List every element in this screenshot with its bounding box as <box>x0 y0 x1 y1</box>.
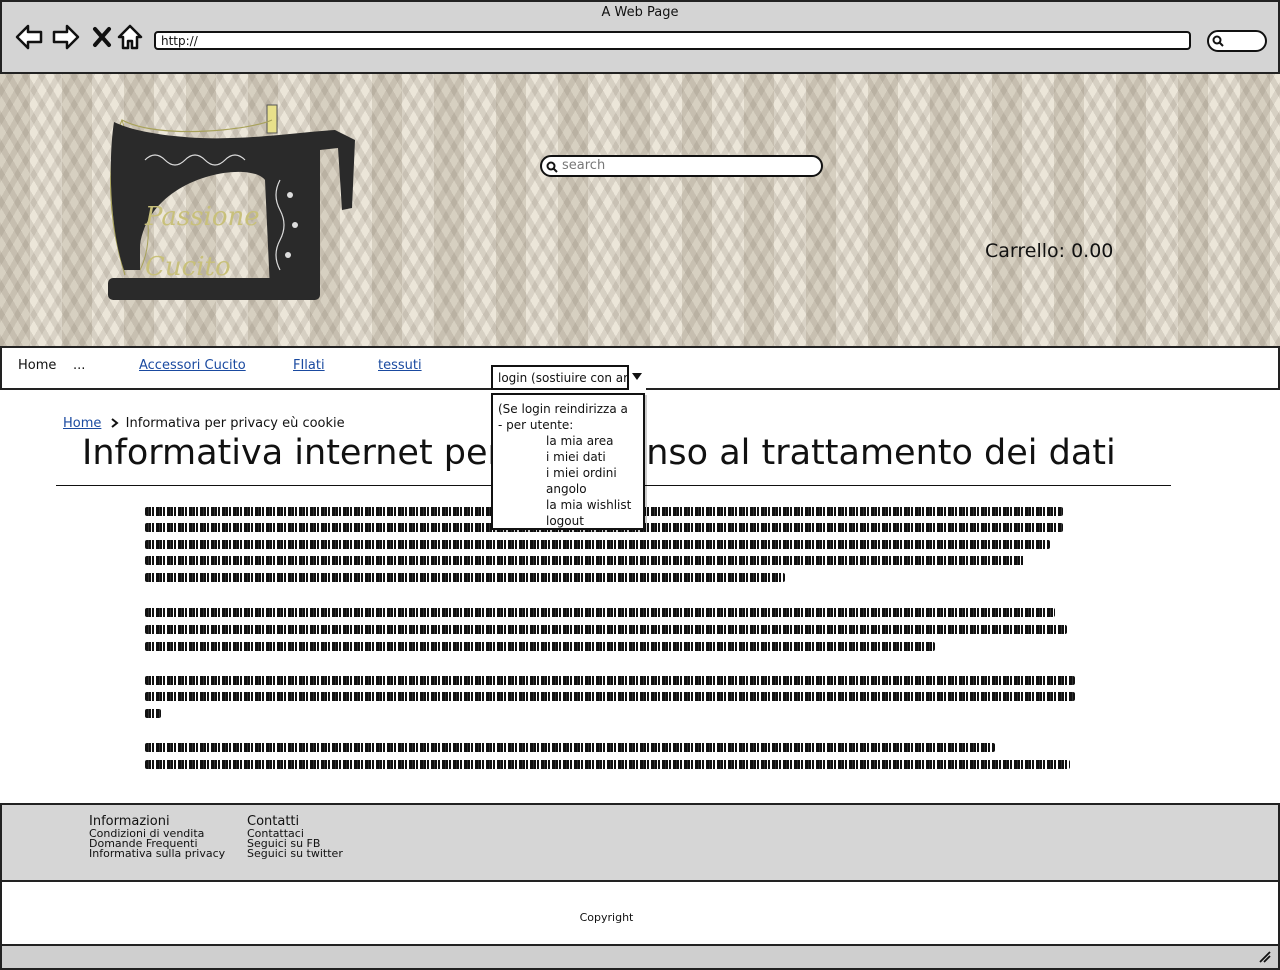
menu-item-logout[interactable]: logout <box>546 514 584 528</box>
menu-item-angolo[interactable]: angolo <box>546 482 587 496</box>
nav-home[interactable]: Home <box>18 358 56 373</box>
logo[interactable]: Passione Cucito <box>100 100 370 310</box>
menu-item-i-miei-ordini[interactable]: i miei ordini <box>546 466 617 480</box>
placeholder-text-line <box>145 743 995 752</box>
copyright: Copyright <box>579 911 634 924</box>
close-icon[interactable] <box>88 22 118 52</box>
back-arrow-icon[interactable] <box>14 22 44 52</box>
chevron-right-icon <box>110 418 119 428</box>
breadcrumb-current: Informativa per privacy eù cookie <box>125 416 345 431</box>
placeholder-text-line <box>145 676 1075 685</box>
placeholder-text-line <box>145 573 785 582</box>
breadcrumb: Home Informativa per privacy eù cookie <box>63 416 345 431</box>
resize-grip-icon[interactable] <box>1258 950 1272 964</box>
login-select-toggle[interactable] <box>627 365 646 390</box>
placeholder-text-line <box>145 556 1025 565</box>
browser-search-input[interactable] <box>1207 30 1267 52</box>
placeholder-text-line <box>145 709 161 718</box>
search-icon <box>1212 35 1224 47</box>
placeholder-text-line <box>145 760 1070 769</box>
status-bar <box>0 944 1280 970</box>
placeholder-text-line <box>145 540 1050 549</box>
logo-text-1: Passione <box>144 202 260 232</box>
logo-text-2: Cucito <box>145 252 231 282</box>
cart-total[interactable]: Carrello: 0.00 <box>985 240 1113 262</box>
breadcrumb-home[interactable]: Home <box>63 416 101 431</box>
url-bar[interactable]: http:// <box>154 31 1191 50</box>
login-dropdown-menu: (Se login reindirizza a - per utente: la… <box>491 393 645 530</box>
menu-item-la-mia-area[interactable]: la mia area <box>546 434 613 448</box>
chevron-down-icon <box>632 373 642 380</box>
nav-more[interactable]: ... <box>73 358 85 373</box>
nav-accessori-cucito[interactable]: Accessori Cucito <box>139 358 246 373</box>
placeholder-text-line <box>145 642 935 651</box>
footer-link-twitter[interactable]: Seguici su twitter <box>247 848 343 859</box>
nav-filati[interactable]: FIlati <box>293 358 325 373</box>
forward-arrow-icon[interactable] <box>51 22 81 52</box>
dropdown-note: (Se login reindirizza a <box>498 402 628 416</box>
login-select[interactable]: login (sostiuire con area <box>491 365 646 390</box>
dropdown-note-user: - per utente: <box>498 418 574 432</box>
menu-item-i-miei-dati[interactable]: i miei dati <box>546 450 606 464</box>
url-text: http:// <box>161 34 198 48</box>
nav-tessuti[interactable]: tessuti <box>378 358 422 373</box>
search-placeholder: search <box>562 158 606 173</box>
site-search-input[interactable]: search <box>540 155 823 177</box>
placeholder-text-line <box>145 608 1055 617</box>
window-title: A Web Page <box>601 5 679 20</box>
search-icon <box>546 161 558 173</box>
menu-item-wishlist[interactable]: la mia wishlist <box>546 498 631 512</box>
home-icon[interactable] <box>115 22 145 52</box>
placeholder-text-line <box>145 625 1067 634</box>
footer-link-privacy[interactable]: Informativa sulla privacy <box>89 848 225 859</box>
placeholder-text-line <box>145 692 1075 701</box>
login-select-value: login (sostiuire con area <box>498 371 643 385</box>
